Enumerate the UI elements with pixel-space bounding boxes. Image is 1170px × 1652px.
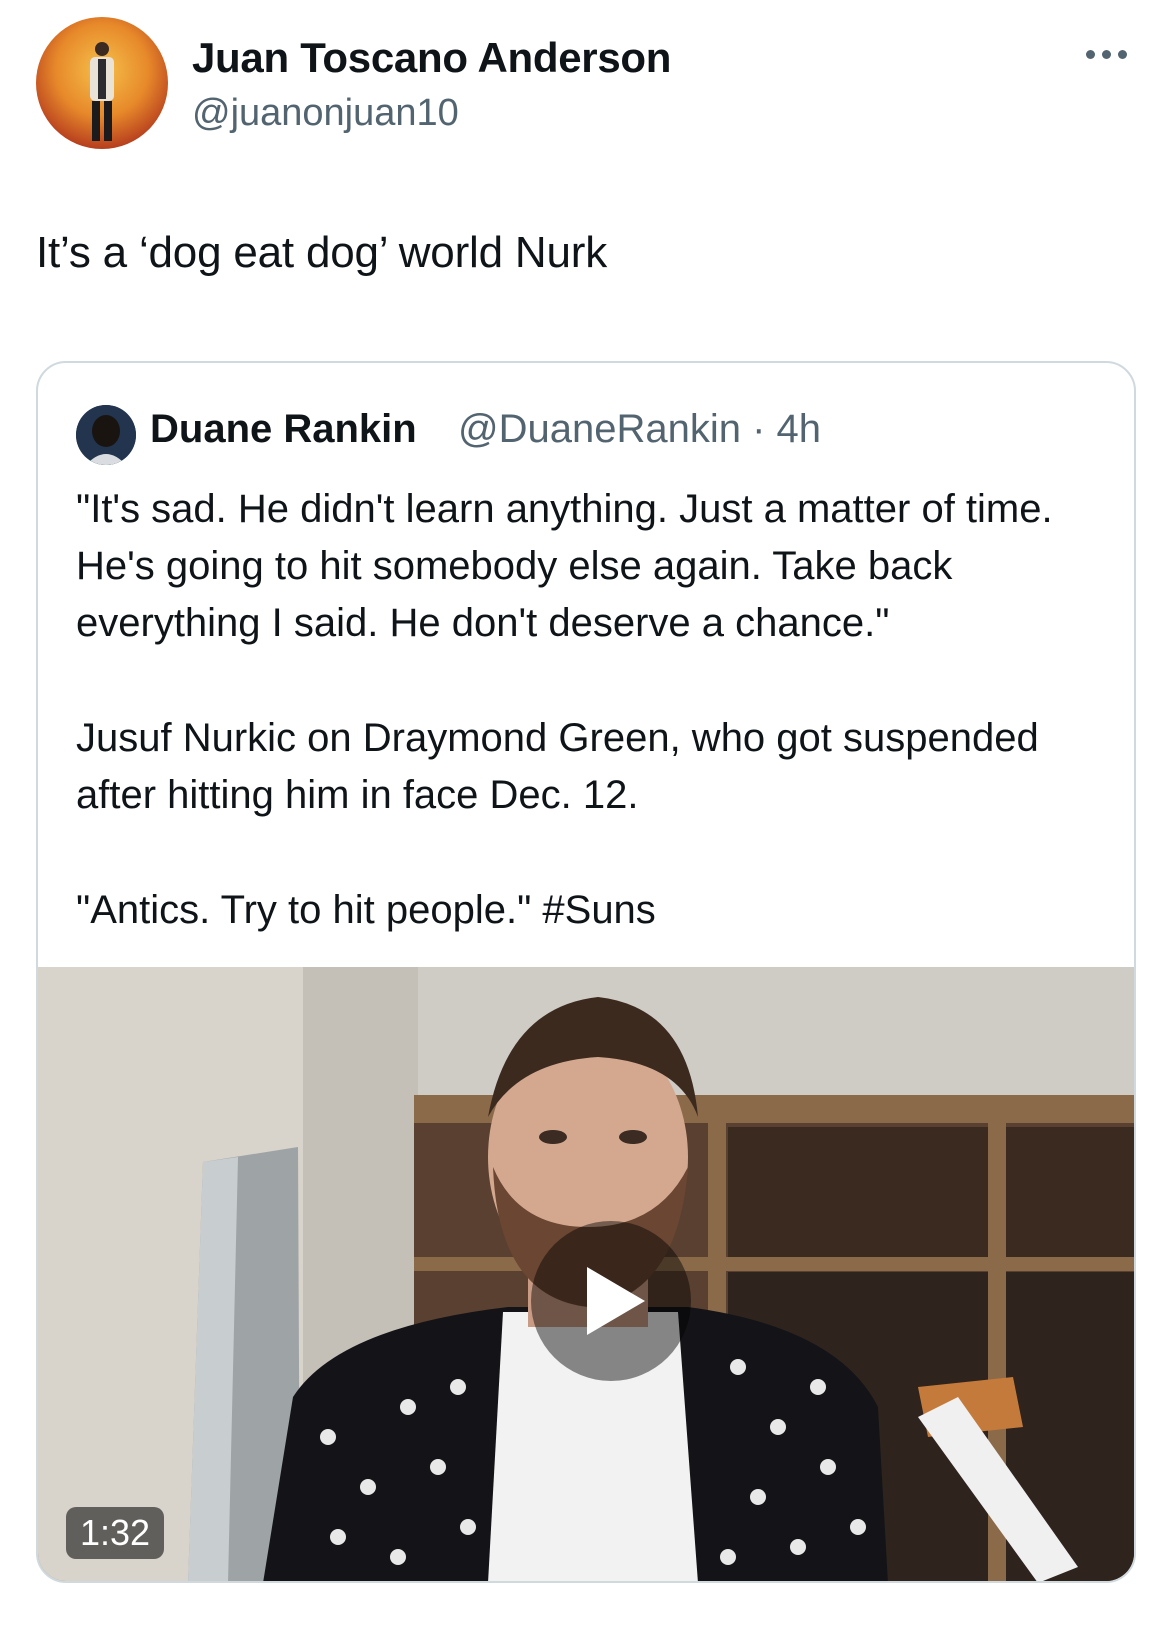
quoted-author-name[interactable]: Duane Rankin	[150, 407, 417, 452]
quoted-paragraph-2: Jusuf Nurkic on Draymond Green, who got …	[76, 716, 1039, 817]
quoted-paragraph-3: "Antics. Try to hit people." #Suns	[76, 888, 656, 932]
video-duration-badge: 1:32	[66, 1507, 165, 1559]
play-icon[interactable]	[531, 1221, 691, 1381]
quoted-author-handle-time[interactable]: @DuaneRankin · 4h	[458, 407, 821, 452]
tweet-text: It’s a ‘dog eat dog’ world Nurk	[36, 228, 607, 277]
video-player[interactable]: 1:32	[38, 967, 1134, 1581]
author-display-name[interactable]: Juan Toscano Anderson	[192, 34, 671, 82]
quoted-paragraph-1: "It's sad. He didn't learn anything. Jus…	[76, 487, 1053, 645]
author-handle[interactable]: @juanonjuan10	[192, 92, 459, 135]
avatar-figure	[90, 42, 114, 141]
quoted-tweet-card[interactable]: Duane Rankin @DuaneRankin · 4h "It's sad…	[36, 361, 1136, 1583]
quoted-author-avatar[interactable]	[76, 405, 136, 465]
quoted-tweet-body: "It's sad. He didn't learn anything. Jus…	[76, 481, 1106, 939]
author-avatar[interactable]	[36, 17, 168, 149]
ellipsis-icon[interactable]	[1086, 40, 1166, 70]
